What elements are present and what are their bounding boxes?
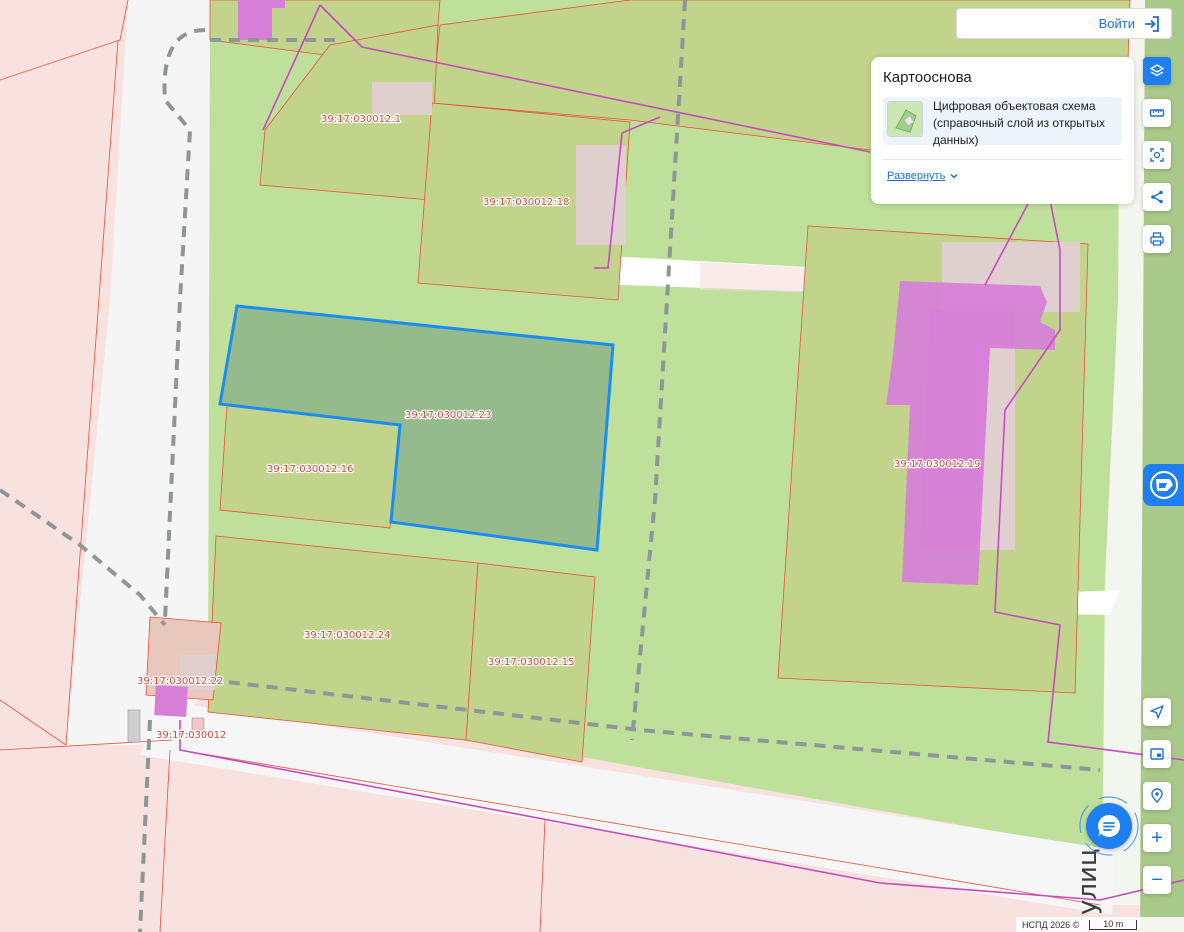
locate-arrow-icon <box>1150 705 1164 719</box>
zoom-in-label: + <box>1151 827 1163 849</box>
expand-label: Развернуть <box>887 170 946 182</box>
zoom-in-button[interactable]: + <box>1143 824 1171 852</box>
login-icon <box>1145 15 1159 32</box>
map-attribution: НСПД 2026 © 10 m <box>1016 917 1184 932</box>
nspd-side-tab[interactable] <box>1143 464 1184 506</box>
geo-search-icon <box>1151 788 1163 804</box>
parcel-label-quarter: 39:17:030012 <box>156 730 226 741</box>
login-button[interactable]: Войти <box>956 8 1172 39</box>
chat-pulse-ring <box>1079 796 1139 856</box>
parcel-label-15: 39:17:030012:15 <box>488 657 574 668</box>
select-area-icon <box>1150 148 1164 162</box>
attribution-text: НСПД 2026 © <box>1022 919 1080 930</box>
street-label: улиц <box>1073 848 1103 915</box>
login-label: Войти <box>1098 16 1135 31</box>
share-button[interactable] <box>1143 183 1171 211</box>
active-layer-item[interactable]: Цифровая объектовая схема (справочный сл… <box>883 97 1122 147</box>
chevron-down-icon <box>950 173 958 179</box>
parcel-label-1: 39:17:030012:1 <box>321 114 401 125</box>
parcel-label-22: 39:17:030012:22 <box>137 676 223 687</box>
building-magenta-22 <box>154 685 188 717</box>
panel-title: Картооснова <box>883 69 972 86</box>
ruler-icon <box>1149 109 1165 117</box>
scale-label: 10 m <box>1103 918 1124 929</box>
print-button[interactable] <box>1143 225 1171 253</box>
select-area-button[interactable] <box>1143 141 1171 169</box>
layer-thumbnail <box>887 101 923 137</box>
geo-search-button[interactable] <box>1143 782 1171 810</box>
basemap-panel: Картооснова Цифровая объектовая схема (с… <box>871 57 1134 204</box>
scale-bar: 10 m <box>1089 918 1138 930</box>
panel-divider <box>883 159 1122 160</box>
building-grey-small <box>127 709 141 743</box>
ruler-button[interactable] <box>1143 99 1171 127</box>
nspd-logo-icon <box>1149 471 1178 499</box>
parcel-label-23: 39:17:030012:23 <box>405 410 491 421</box>
building-grey-1 <box>372 82 432 115</box>
print-icon <box>1150 232 1164 246</box>
layers-button[interactable] <box>1143 57 1171 85</box>
active-layer-name: Цифровая объектовая схема (справочный сл… <box>933 99 1105 147</box>
layers-icon <box>1149 64 1165 77</box>
zoom-out-label: − <box>1151 869 1163 891</box>
parcel-label-19: 39:17:030012:19 <box>894 459 980 470</box>
parcel-label-18: 39:17:030012:18 <box>483 197 569 208</box>
chat-button-wrap <box>1078 795 1140 857</box>
parcel-label-16: 39:17:030012:16 <box>267 464 353 475</box>
expand-link[interactable]: Развернуть <box>887 170 959 182</box>
share-icon <box>1151 190 1163 204</box>
zoom-out-button[interactable]: − <box>1143 866 1171 894</box>
locate-button[interactable] <box>1143 698 1171 726</box>
parcel-label-24: 39:17:030012:24 <box>304 630 390 641</box>
minimap-button[interactable] <box>1143 740 1171 768</box>
minimap-icon <box>1150 748 1164 760</box>
